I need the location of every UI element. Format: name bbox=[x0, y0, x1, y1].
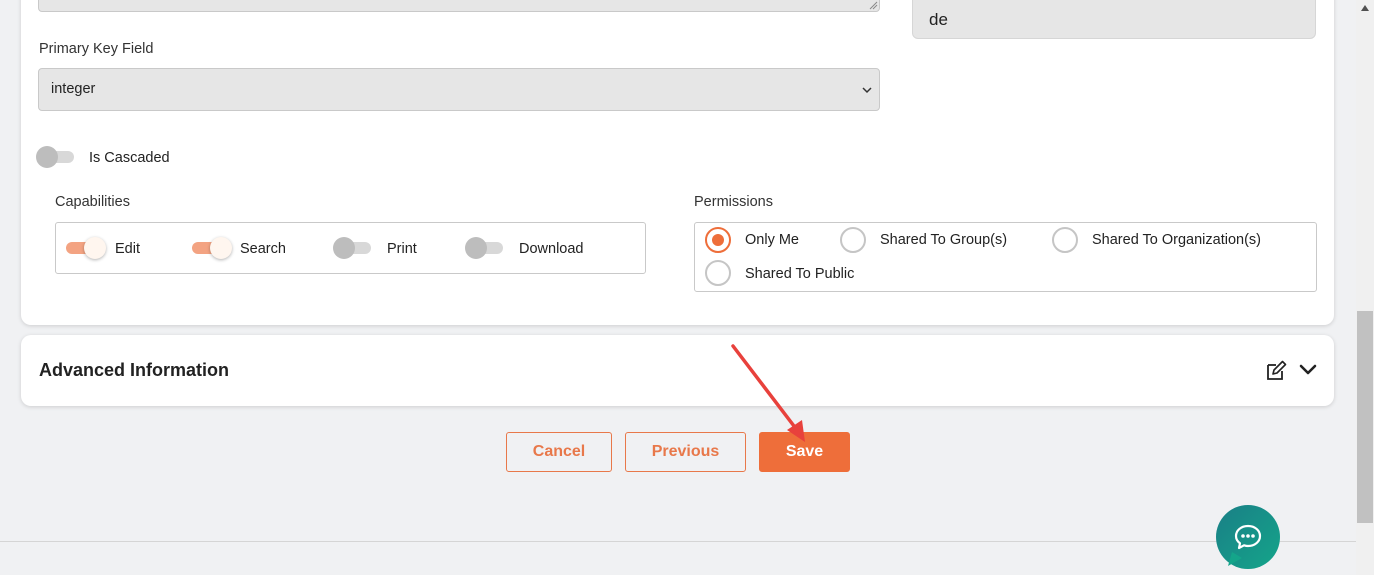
chat-tail-icon bbox=[1228, 552, 1242, 566]
description-textarea[interactable] bbox=[38, 0, 880, 12]
footer-divider bbox=[0, 541, 1356, 542]
primary-key-label: Primary Key Field bbox=[39, 41, 154, 57]
shared-to-public-label: Shared To Public bbox=[745, 266, 855, 282]
shared-to-organizations-label: Shared To Organization(s) bbox=[1092, 232, 1261, 248]
resize-grip-icon[interactable] bbox=[868, 0, 878, 10]
chevron-down-icon[interactable] bbox=[1298, 362, 1318, 378]
advanced-information-title: Advanced Information bbox=[39, 360, 230, 380]
chat-icon bbox=[1234, 524, 1262, 550]
search-label: Search bbox=[240, 241, 286, 257]
radio-shared-to-groups[interactable] bbox=[840, 227, 866, 253]
scrollbar-thumb[interactable] bbox=[1357, 311, 1373, 523]
permissions-title: Permissions bbox=[694, 194, 773, 210]
language-field[interactable]: de bbox=[912, 0, 1316, 39]
is-cascaded-toggle[interactable] bbox=[36, 146, 76, 168]
chevron-down-icon bbox=[862, 87, 872, 94]
annotation-arrow-icon bbox=[731, 344, 805, 442]
primary-key-select[interactable]: integer bbox=[38, 68, 880, 111]
primary-key-value: integer bbox=[51, 81, 96, 97]
shared-to-groups-label: Shared To Group(s) bbox=[880, 232, 1008, 248]
print-toggle[interactable] bbox=[333, 237, 373, 259]
radio-only-me[interactable] bbox=[705, 227, 731, 253]
capabilities-title: Capabilities bbox=[55, 194, 130, 210]
search-toggle[interactable] bbox=[190, 237, 232, 259]
edit-icon[interactable] bbox=[1264, 359, 1288, 383]
edit-toggle[interactable] bbox=[64, 237, 106, 259]
radio-shared-to-organizations[interactable] bbox=[1052, 227, 1078, 253]
edit-label: Edit bbox=[115, 241, 140, 257]
print-label: Print bbox=[387, 241, 417, 257]
scroll-up-arrow-icon[interactable] bbox=[1360, 4, 1370, 12]
download-label: Download bbox=[519, 241, 584, 257]
download-toggle[interactable] bbox=[465, 237, 505, 259]
only-me-label: Only Me bbox=[745, 232, 799, 248]
radio-shared-to-public[interactable] bbox=[705, 260, 731, 286]
cancel-button[interactable]: Cancel bbox=[506, 432, 612, 472]
is-cascaded-label: Is Cascaded bbox=[89, 150, 170, 166]
